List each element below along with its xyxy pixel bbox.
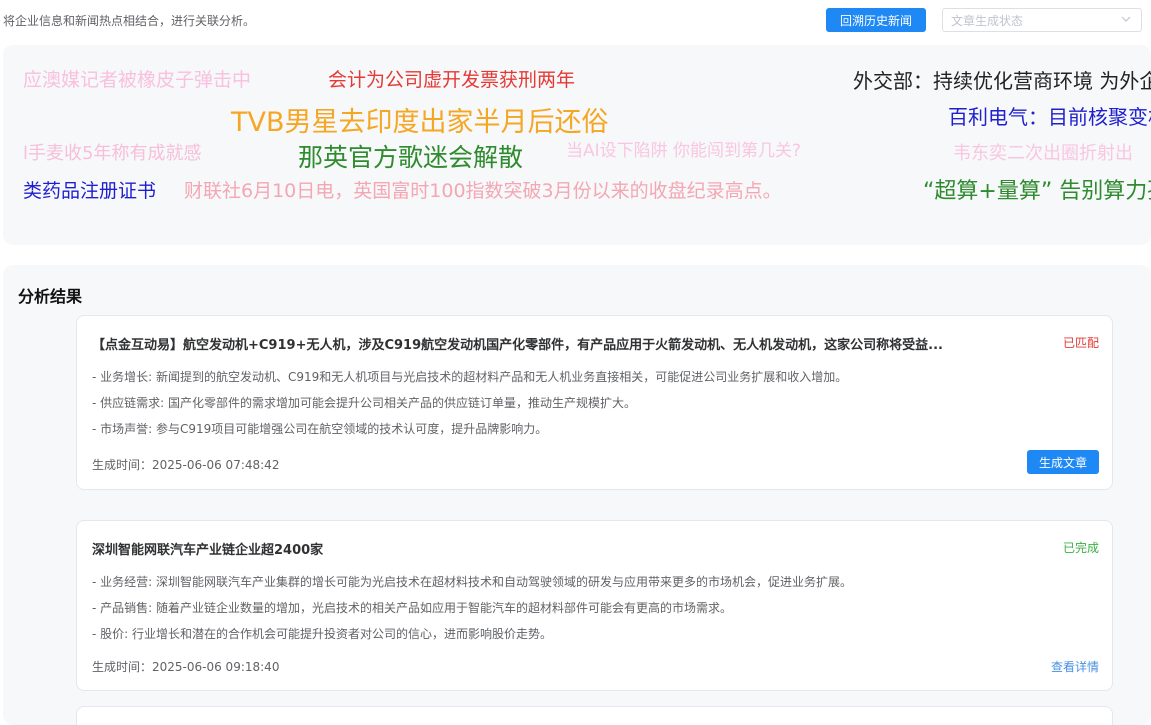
generated-time: 生成时间：2025-06-06 09:18:40 — [92, 660, 280, 674]
article-status-select[interactable]: 文章生成状态 — [942, 8, 1142, 32]
word-cloud-item[interactable]: TVB男星去印度出家半月后还俗 — [231, 109, 609, 136]
intro-text: 将企业信息和新闻热点相结合，进行关联分析。 — [3, 14, 256, 28]
word-cloud-item[interactable]: 财联社6月10日电，英国富时100指数突破3月份以来的收盘纪录高点。 — [184, 182, 782, 201]
chevron-down-icon — [1121, 16, 1131, 22]
card-detail-line: - 供应链需求: 国产化零部件的需求增加可能会提升公司相关产品的供应链订单量，推… — [92, 396, 637, 410]
generated-time: 生成时间：2025-06-06 07:48:42 — [92, 458, 280, 472]
word-cloud-item[interactable]: 应澳媒记者被橡皮子弹击中 — [23, 71, 251, 90]
card-detail-line: - 业务经营: 深圳智能网联汽车产业集群的增长可能为光启技术在超材料技术和自动驾… — [92, 575, 853, 589]
news-word-cloud: 应澳媒记者被橡皮子弹击中 会计为公司虚开发票获刑两年 外交部：持续优化营商环境 … — [3, 45, 1151, 245]
word-cloud-item[interactable]: 当AI设下陷阱 你能闯到第几关? — [566, 143, 801, 160]
card-detail-line: - 市场声誉: 参与C919项目可能增强公司在航空领域的技术认可度，提升品牌影响… — [92, 422, 548, 436]
review-history-news-button[interactable]: 回溯历史新闻 — [826, 8, 926, 32]
view-details-link[interactable]: 查看详情 — [1051, 658, 1099, 675]
analysis-results-panel: 分析结果 【点金互动易】航空发动机+C919+无人机，涉及C919航空发动机国产… — [3, 265, 1151, 725]
top-bar: 将企业信息和新闻热点相结合，进行关联分析。 回溯历史新闻 文章生成状态 — [0, 0, 1151, 40]
word-cloud-item[interactable]: 会计为公司虚开发票获刑两年 — [328, 71, 575, 90]
word-cloud-item[interactable]: “超算+量算” 告别算力孤 — [923, 181, 1151, 203]
status-badge: 已完成 — [1062, 541, 1099, 555]
word-cloud-item[interactable]: 类药品注册证书 — [23, 182, 156, 201]
analysis-card — [76, 706, 1113, 725]
analysis-card: 深圳智能网联汽车产业链企业超2400家 已完成 - 业务经营: 深圳智能网联汽车… — [76, 520, 1113, 691]
card-title[interactable]: 【点金互动易】航空发动机+C919+无人机，涉及C919航空发动机国产化零部件，… — [92, 334, 1002, 353]
word-cloud-item[interactable]: l手麦收5年称有成就感 — [23, 145, 201, 163]
status-select-placeholder: 文章生成状态 — [951, 13, 1024, 28]
word-cloud-item[interactable]: 韦东奕二次出圈折射出 — [953, 145, 1133, 163]
card-detail-line: - 股价: 行业增长和潜在的合作机会可能提升投资者对公司的信心，进而影响股价走势… — [92, 627, 553, 641]
generate-article-button[interactable]: 生成文章 — [1027, 450, 1099, 474]
word-cloud-item[interactable]: 外交部：持续优化营商环境 为外企 — [853, 71, 1151, 91]
word-cloud-item[interactable]: 那英官方歌迷会解散 — [298, 145, 523, 170]
results-title: 分析结果 — [18, 287, 83, 306]
card-title[interactable]: 深圳智能网联汽车产业链企业超2400家 — [92, 539, 1002, 558]
word-cloud-item[interactable]: 百利电气：目前核聚变相 — [948, 107, 1151, 127]
card-detail-line: - 产品销售: 随着产业链企业数量的增加，光启技术的相关产品如应用于智能汽车的超… — [92, 601, 733, 615]
analysis-card: 【点金互动易】航空发动机+C919+无人机，涉及C919航空发动机国产化零部件，… — [76, 315, 1113, 490]
card-detail-line: - 业务增长: 新闻提到的航空发动机、C919和无人机项目与光启技术的超材料产品… — [92, 370, 848, 384]
status-badge: 已匹配 — [1062, 336, 1099, 350]
